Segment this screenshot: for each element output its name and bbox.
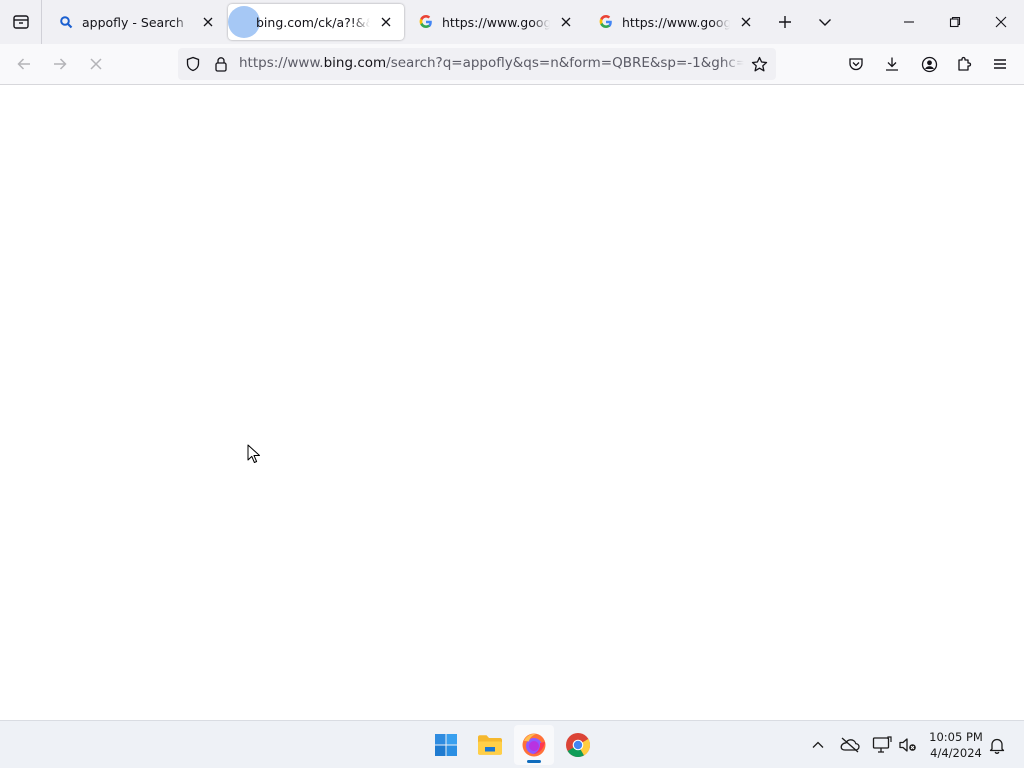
address-bar[interactable]: https://www.bing.com/search?q=appofly&qs… — [178, 48, 776, 80]
firefox-icon — [522, 733, 546, 757]
url-host: bing.com — [323, 55, 387, 71]
show-hidden-icons-button[interactable] — [806, 733, 830, 757]
tab-google-2[interactable]: https://www.google.com — [588, 4, 764, 40]
network-tray[interactable] — [870, 733, 894, 757]
taskbar-chrome[interactable] — [558, 725, 598, 765]
chevron-down-icon — [819, 19, 831, 26]
close-tab-icon[interactable] — [374, 10, 398, 34]
restore-button[interactable] — [932, 0, 978, 44]
bookmark-star-icon[interactable] — [749, 54, 769, 74]
stop-button[interactable] — [82, 50, 110, 78]
tab-bing-redirect[interactable]: bing.com/ck/a?!&&p= — [228, 4, 404, 40]
volume-muted-icon — [899, 738, 916, 752]
back-button[interactable] — [10, 50, 38, 78]
mouse-pointer-icon — [247, 444, 260, 463]
onedrive-tray[interactable] — [838, 733, 862, 757]
tracking-protection-shield-icon[interactable] — [183, 54, 203, 74]
notifications-button[interactable] — [985, 733, 1009, 757]
pocket-icon — [849, 58, 863, 71]
restore-icon — [949, 16, 961, 28]
minimize-icon — [904, 21, 914, 23]
plus-icon — [779, 16, 791, 28]
start-button[interactable] — [426, 725, 466, 765]
close-window-button[interactable] — [978, 0, 1024, 44]
chevron-up-icon — [812, 741, 824, 748]
google-g-icon — [598, 14, 614, 30]
bing-search-icon — [58, 14, 74, 30]
account-icon — [921, 56, 937, 72]
close-icon — [995, 16, 1007, 28]
close-tab-icon[interactable] — [554, 10, 578, 34]
download-icon — [886, 57, 898, 71]
tab-title: appofly - Search — [82, 14, 192, 30]
page-content[interactable] — [0, 86, 1024, 720]
tab-appofly-search[interactable]: appofly - Search — [48, 4, 226, 40]
file-explorer-icon — [478, 735, 502, 755]
account-button[interactable] — [915, 50, 943, 78]
firefox-view-icon — [12, 15, 29, 29]
tab-strip: appofly - Search bing.com/ck/a?!&&p= — [0, 0, 1024, 44]
url-prefix: https://www. — [239, 55, 324, 71]
navigation-toolbar: https://www.bing.com/search?q=appofly&qs… — [0, 44, 1024, 85]
forward-button[interactable] — [46, 50, 74, 78]
new-tab-button[interactable] — [771, 8, 799, 36]
taskbar: 10:05 PM 4/4/2024 — [0, 720, 1024, 768]
puzzle-piece-icon — [958, 56, 972, 71]
browser-window: appofly - Search bing.com/ck/a?!&&p= — [0, 0, 1024, 720]
network-display-icon — [872, 736, 892, 753]
minimize-button[interactable] — [886, 0, 932, 44]
url-path: /search?q=appofly&qs=n&form=QBRE&sp=-1&g… — [386, 55, 744, 71]
clock-time: 10:05 PM — [929, 730, 983, 744]
close-tab-icon[interactable] — [196, 10, 220, 34]
windows-start-icon — [435, 734, 457, 756]
extensions-button[interactable] — [950, 50, 978, 78]
bell-icon — [989, 738, 1005, 754]
arrow-left-icon — [17, 58, 30, 70]
lock-icon[interactable] — [211, 54, 231, 74]
tab-title: bing.com/ck/a?!&&p= — [256, 14, 370, 30]
pocket-button[interactable] — [842, 50, 870, 78]
arrow-right-icon — [54, 58, 67, 70]
url-text[interactable]: https://www.bing.com/search?q=appofly&qs… — [239, 55, 744, 73]
taskbar-file-explorer[interactable] — [470, 725, 510, 765]
tab-overview-button[interactable] — [0, 0, 42, 44]
clock-date: 4/4/2024 — [930, 746, 982, 760]
hamburger-menu-icon — [994, 59, 1006, 69]
tab-google-1[interactable]: https://www.google.com — [408, 4, 584, 40]
tab-title: https://www.google.com — [622, 14, 730, 30]
google-g-icon — [418, 14, 434, 30]
downloads-button[interactable] — [878, 50, 906, 78]
running-indicator — [527, 760, 541, 763]
taskbar-firefox[interactable] — [514, 725, 554, 765]
chrome-icon — [566, 733, 591, 758]
system-clock[interactable]: 10:05 PM 4/4/2024 — [920, 729, 992, 761]
tab-title: https://www.google.com — [442, 14, 550, 30]
cloud-offline-icon — [840, 737, 860, 753]
volume-tray[interactable] — [896, 733, 920, 757]
stop-icon — [90, 58, 102, 70]
close-tab-icon[interactable] — [734, 10, 758, 34]
app-menu-button[interactable] — [986, 50, 1014, 78]
list-all-tabs-button[interactable] — [811, 8, 839, 36]
